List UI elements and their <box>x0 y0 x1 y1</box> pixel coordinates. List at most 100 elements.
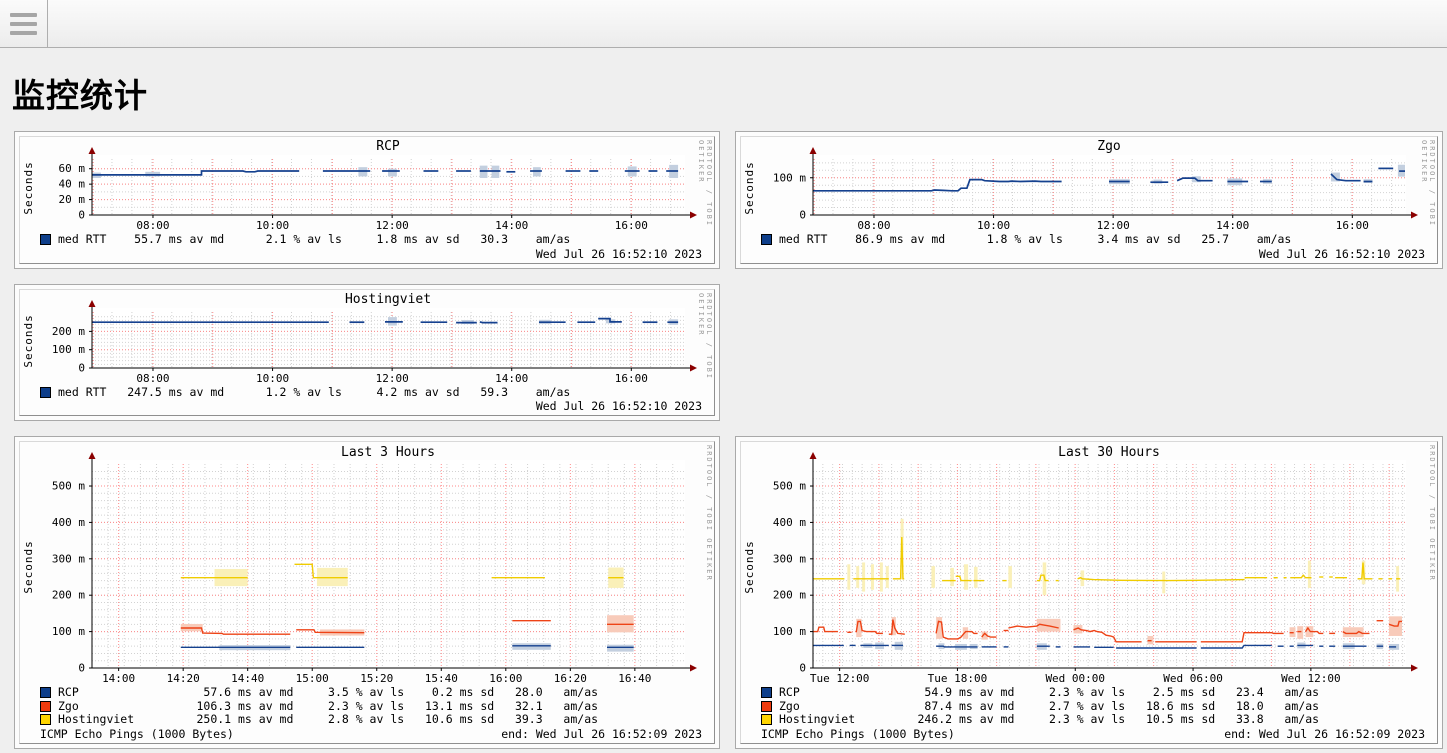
svg-text:08:00: 08:00 <box>857 219 890 232</box>
legend-text: Hostingviet 250.1 ms av md 2.8 % av ls 1… <box>58 713 598 726</box>
legend-text: Hostingviet 246.2 ms av md 2.3 % av ls 1… <box>779 713 1319 726</box>
svg-text:Seconds: Seconds <box>743 161 756 214</box>
graph-panel-last-30-hours: Tue 12:00Tue 18:00Wed 00:00Wed 06:00Wed … <box>735 436 1443 749</box>
hostingviet-graph-link[interactable]: 08:0010:0012:0014:0016:000100 m200 mHost… <box>19 289 715 417</box>
legend-text: med RTT 247.5 ms av md 1.2 % av ls 4.2 m… <box>58 386 570 399</box>
svg-text:Tue 18:00: Tue 18:00 <box>928 672 988 685</box>
menu-button[interactable] <box>0 0 48 47</box>
legend-swatch <box>761 714 772 725</box>
svg-text:60 m: 60 m <box>59 162 86 175</box>
svg-text:200 m: 200 m <box>52 324 85 337</box>
zgo-footer: Wed Jul 26 16:52:10 2023 <box>741 247 1437 263</box>
svg-text:12:00: 12:00 <box>376 219 409 232</box>
legend-row: Hostingviet 246.2 ms av md 2.3 % av ls 1… <box>741 713 1437 727</box>
legend-row: med RTT 55.7 ms av md 2.1 % av ls 1.8 ms… <box>20 233 714 247</box>
svg-text:14:00: 14:00 <box>1216 219 1249 232</box>
graph-panel-rcp: 08:0010:0012:0014:0016:00020 m40 m60 mRC… <box>14 131 720 269</box>
hostingviet-legend: med RTT 247.5 ms av md 1.2 % av ls 4.2 m… <box>20 386 714 400</box>
footer-timestamp: end: Wed Jul 26 16:52:09 2023 <box>501 727 702 741</box>
svg-text:16:00: 16:00 <box>1336 219 1369 232</box>
svg-text:200 m: 200 m <box>773 589 806 602</box>
legend-swatch <box>40 687 51 698</box>
svg-text:Tue 12:00: Tue 12:00 <box>810 672 870 685</box>
graph-panel-zgo: 08:0010:0012:0014:0016:000100 mZgoSecond… <box>735 131 1443 269</box>
svg-text:16:00: 16:00 <box>615 219 648 232</box>
svg-text:0: 0 <box>78 209 85 222</box>
last-30-hours-graph-link[interactable]: Tue 12:00Tue 18:00Wed 00:00Wed 06:00Wed … <box>740 441 1438 744</box>
svg-text:10:00: 10:00 <box>256 219 289 232</box>
footer-timestamp: Wed Jul 26 16:52:10 2023 <box>536 247 702 261</box>
svg-text:100 m: 100 m <box>52 343 85 356</box>
svg-text:RCP: RCP <box>376 139 400 154</box>
legend-row: Zgo 106.3 ms av md 2.3 % av ls 13.1 ms s… <box>20 700 714 714</box>
svg-text:16:00: 16:00 <box>489 672 522 685</box>
svg-text:20 m: 20 m <box>59 193 86 206</box>
legend-row: RCP 54.9 ms av md 2.3 % av ls 2.5 ms sd … <box>741 686 1437 700</box>
last-30-hours-legend: RCP 54.9 ms av md 2.3 % av ls 2.5 ms sd … <box>741 686 1437 727</box>
rrdtool-watermark: RRDTOOL / TOBI OETIKER <box>1420 140 1436 263</box>
rrdtool-watermark: RRDTOOL / TOBI OETIKER <box>1428 445 1436 582</box>
svg-text:100 m: 100 m <box>773 171 806 184</box>
legend-row: med RTT 247.5 ms av md 1.2 % av ls 4.2 m… <box>20 386 714 400</box>
zgo-graph-link[interactable]: 08:0010:0012:0014:0016:000100 mZgoSecond… <box>740 136 1438 264</box>
svg-text:Hostingviet: Hostingviet <box>345 292 431 307</box>
rcp-plot: 08:0010:0012:0014:0016:00020 m40 m60 mRC… <box>20 137 712 233</box>
svg-text:10:00: 10:00 <box>977 219 1010 232</box>
legend-swatch <box>40 714 51 725</box>
svg-text:16:00: 16:00 <box>615 372 648 385</box>
svg-text:0: 0 <box>78 361 85 374</box>
svg-text:16:20: 16:20 <box>554 672 587 685</box>
rrdtool-watermark: RRDTOOL / TOBI OETIKER <box>697 140 713 263</box>
svg-text:12:00: 12:00 <box>376 372 409 385</box>
top-bar <box>0 0 1447 48</box>
footer-probe-info: ICMP Echo Pings (1000 Bytes) <box>761 727 955 741</box>
svg-text:Seconds: Seconds <box>22 314 35 367</box>
svg-text:12:00: 12:00 <box>1097 219 1130 232</box>
last-30-hours-plot: Tue 12:00Tue 18:00Wed 00:00Wed 06:00Wed … <box>741 442 1433 686</box>
svg-text:0: 0 <box>799 662 806 675</box>
svg-text:400 m: 400 m <box>773 516 806 529</box>
svg-text:100 m: 100 m <box>52 625 85 638</box>
svg-text:10:00: 10:00 <box>256 372 289 385</box>
zgo-plot: 08:0010:0012:0014:0016:000100 mZgoSecond… <box>741 137 1433 233</box>
last-3-hours-graph-link[interactable]: 14:0014:2014:4015:0015:2015:4016:0016:20… <box>19 441 715 744</box>
legend-row: Zgo 87.4 ms av md 2.7 % av ls 18.6 ms sd… <box>741 700 1437 714</box>
footer-timestamp: end: Wed Jul 26 16:52:09 2023 <box>1224 727 1425 741</box>
legend-text: RCP 54.9 ms av md 2.3 % av ls 2.5 ms sd … <box>779 686 1319 699</box>
last-3-hours-legend: RCP 57.6 ms av md 3.5 % av ls 0.2 ms sd … <box>20 686 714 727</box>
legend-row: Hostingviet 250.1 ms av md 2.8 % av ls 1… <box>20 713 714 727</box>
footer-probe-info: ICMP Echo Pings (1000 Bytes) <box>40 727 234 741</box>
svg-text:300 m: 300 m <box>773 552 806 565</box>
svg-text:08:00: 08:00 <box>136 372 169 385</box>
svg-text:14:40: 14:40 <box>231 672 264 685</box>
svg-text:200 m: 200 m <box>52 589 85 602</box>
svg-text:16:40: 16:40 <box>618 672 651 685</box>
svg-text:15:00: 15:00 <box>296 672 329 685</box>
svg-text:40 m: 40 m <box>59 178 86 191</box>
svg-text:15:40: 15:40 <box>425 672 458 685</box>
svg-text:300 m: 300 m <box>52 552 85 565</box>
rcp-graph-link[interactable]: 08:0010:0012:0014:0016:00020 m40 m60 mRC… <box>19 136 715 264</box>
svg-text:Wed 06:00: Wed 06:00 <box>1163 672 1223 685</box>
svg-text:500 m: 500 m <box>773 480 806 493</box>
legend-text: med RTT 86.9 ms av md 1.8 % av ls 3.4 ms… <box>779 233 1291 246</box>
legend-swatch <box>40 387 51 398</box>
svg-text:Seconds: Seconds <box>22 540 35 593</box>
legend-swatch <box>761 234 772 245</box>
legend-swatch <box>761 701 772 712</box>
legend-text: Zgo 87.4 ms av md 2.7 % av ls 18.6 ms sd… <box>779 700 1319 713</box>
graphs-grid: 08:00 10:00 12:00 14:00 16:00 0 20 m 40 m 60 m RC… <box>14 131 1447 749</box>
legend-row: med RTT 86.9 ms av md 1.8 % av ls 3.4 ms… <box>741 233 1437 247</box>
svg-text:Wed 12:00: Wed 12:00 <box>1281 672 1341 685</box>
hostingviet-plot: 08:0010:0012:0014:0016:000100 m200 mHost… <box>20 290 712 386</box>
legend-swatch <box>761 687 772 698</box>
svg-text:100 m: 100 m <box>773 625 806 638</box>
rcp-footer: Wed Jul 26 16:52:10 2023 <box>20 247 714 263</box>
footer-timestamp: Wed Jul 26 16:52:10 2023 <box>536 399 702 413</box>
legend-swatch <box>40 701 51 712</box>
last-30-hours-footer: ICMP Echo Pings (1000 Bytes) end: Wed Ju… <box>741 727 1437 743</box>
legend-text: med RTT 55.7 ms av md 2.1 % av ls 1.8 ms… <box>58 233 570 246</box>
svg-text:15:20: 15:20 <box>360 672 393 685</box>
svg-text:Seconds: Seconds <box>743 540 756 593</box>
svg-text:08:00: 08:00 <box>136 219 169 232</box>
